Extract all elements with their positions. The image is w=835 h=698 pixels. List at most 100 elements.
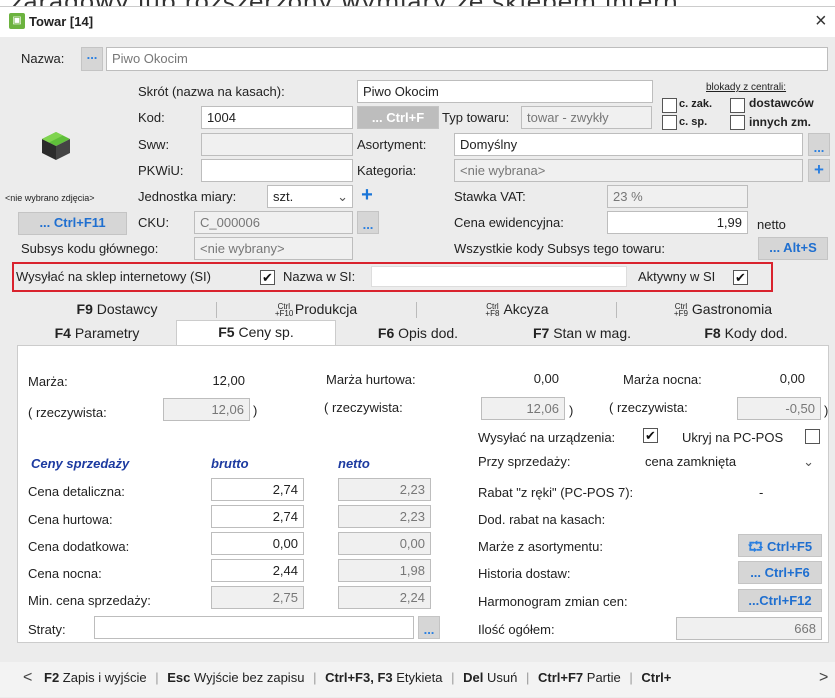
footer-item-partie[interactable]: Ctrl+F7 Partie bbox=[538, 670, 621, 685]
footer-item-usun[interactable]: Del Usuń bbox=[463, 670, 517, 685]
przy-value: cena zamknięta bbox=[645, 454, 737, 469]
refresh-icon: ⮔ bbox=[747, 539, 764, 554]
tab-produkcja[interactable]: Ctrl +F10 Produkcja bbox=[216, 298, 416, 320]
blk-innych-checkbox[interactable] bbox=[730, 115, 745, 130]
price-row-label: Cena dodatkowa: bbox=[28, 539, 130, 554]
rabat-label: Rabat "z ręki" (PC-POS 7): bbox=[478, 485, 634, 500]
alt-s-button[interactable]: ... Alt+S bbox=[758, 237, 828, 260]
asortyment-dots-button[interactable]: ... bbox=[808, 133, 830, 156]
scroll-right-icon[interactable]: > bbox=[816, 669, 829, 687]
name-dots-button[interactable]: ... bbox=[81, 47, 103, 71]
name-field[interactable]: Piwo Okocim bbox=[106, 47, 828, 71]
tab-stan-w-mag[interactable]: F7 Stan w mag. bbox=[500, 322, 664, 344]
package-icon bbox=[42, 132, 70, 160]
scroll-left-icon[interactable]: < bbox=[23, 669, 32, 687]
tab-key: Ctrl +F9 bbox=[673, 302, 688, 319]
si-active-checkbox[interactable]: ✔ bbox=[733, 270, 748, 285]
ceny-header: Ceny sprzedaży bbox=[31, 456, 130, 471]
dod-rabat-field[interactable] bbox=[738, 507, 822, 530]
blk-dostawcow-label: dostawców bbox=[749, 96, 814, 110]
tab-akcyza[interactable]: Ctrl +F8 Akcyza bbox=[416, 298, 616, 320]
jm-select[interactable]: szt. ⌄ bbox=[267, 185, 353, 208]
vat-field[interactable]: 23 % bbox=[607, 185, 748, 208]
tab-key: F7 bbox=[532, 325, 550, 341]
name-label: Nazwa: bbox=[21, 51, 65, 66]
tab-ceny-sp[interactable]: F5 Ceny sp. bbox=[176, 320, 336, 346]
si-active-label: Aktywny w SI bbox=[638, 269, 716, 284]
tab-key: F8 bbox=[704, 325, 721, 341]
footer-item-more[interactable]: Ctrl+ bbox=[641, 670, 671, 685]
tab-dostawcy[interactable]: F9 Dostawcy bbox=[18, 298, 216, 320]
hide-pcpos-checkbox[interactable] bbox=[805, 429, 820, 444]
blk-innych-label: innych zm. bbox=[749, 115, 812, 129]
blk-csp-checkbox[interactable] bbox=[662, 115, 677, 130]
price-brutto-field[interactable]: 0,00 bbox=[211, 532, 304, 555]
cku-field[interactable]: C_000006 bbox=[194, 211, 353, 234]
price-brutto-field[interactable]: 2,74 bbox=[211, 505, 304, 528]
kategoria-field[interactable]: <nie wybrana> bbox=[454, 159, 803, 182]
pkwiu-field[interactable] bbox=[201, 159, 353, 182]
jm-value: szt. bbox=[273, 189, 294, 204]
cena-ew-field[interactable]: 1,99 bbox=[607, 211, 748, 234]
blk-dostawcow-checkbox[interactable] bbox=[730, 98, 745, 113]
rabat-field-1[interactable] bbox=[696, 480, 754, 503]
marza-noc-field[interactable]: 0,00 bbox=[738, 368, 810, 391]
rabat-field-2[interactable] bbox=[766, 480, 822, 503]
straty-field[interactable] bbox=[94, 616, 414, 639]
ctrl-f11-button[interactable]: ... Ctrl+F11 bbox=[18, 212, 127, 235]
price-row-label: Cena nocna: bbox=[28, 566, 102, 581]
send-devices-label: Wysyłać na urządzenia: bbox=[478, 430, 616, 445]
tab-kody-dod[interactable]: F8 Kody dod. bbox=[664, 322, 828, 344]
sww-field[interactable] bbox=[201, 133, 353, 156]
jm-add-icon[interactable]: + bbox=[357, 185, 377, 206]
typ-label: Typ towaru: bbox=[442, 110, 510, 125]
price-brutto-field[interactable]: 2,44 bbox=[211, 559, 304, 582]
tab-key: F5 bbox=[218, 324, 235, 340]
tab-key: Ctrl +F10 bbox=[274, 302, 294, 319]
footer-item-save[interactable]: F2 Zapis i wyjście bbox=[44, 670, 147, 685]
ilosc-field: 668 bbox=[676, 617, 822, 640]
price-netto-field: 2,23 bbox=[338, 478, 431, 501]
ilosc-label: Ilość ogółem: bbox=[478, 622, 555, 637]
skrot-field[interactable]: Piwo Okocim bbox=[357, 80, 653, 103]
send-devices-checkbox[interactable]: ✔ bbox=[643, 428, 658, 443]
product-image[interactable] bbox=[40, 130, 72, 162]
tab-parametry[interactable]: F4 Parametry bbox=[18, 322, 176, 344]
tab-opis-dod[interactable]: F6 Opis dod. bbox=[336, 322, 500, 344]
ctrl-f5-button[interactable]: ⮔ Ctrl+F5 bbox=[738, 534, 822, 557]
si-name-field[interactable] bbox=[371, 266, 627, 287]
footer-item-esc[interactable]: Esc Wyjście bez zapisu bbox=[167, 670, 304, 685]
kod-field[interactable]: 1004 bbox=[201, 106, 353, 129]
asortyment-field[interactable]: Domyślny bbox=[454, 133, 803, 156]
marza-hurt-field[interactable]: 0,00 bbox=[478, 368, 564, 391]
marza-field[interactable]: 12,00 bbox=[173, 370, 250, 393]
si-name-label: Nazwa w SI: bbox=[283, 269, 356, 284]
footer-key: Ctrl+ bbox=[641, 670, 672, 685]
footer-label: Usuń bbox=[487, 670, 518, 685]
typ-field[interactable]: towar - zwykły bbox=[521, 106, 652, 129]
przy-select[interactable]: cena zamknięta ⌄ bbox=[640, 451, 820, 474]
ctrl-f12-button[interactable]: ...Ctrl+F12 bbox=[738, 589, 822, 612]
kategoria-add-button[interactable]: + bbox=[808, 159, 830, 182]
close-icon[interactable]: × bbox=[815, 10, 827, 33]
price-brutto-field[interactable]: 2,74 bbox=[211, 478, 304, 501]
price-row-label: Min. cena sprzedaży: bbox=[28, 593, 151, 608]
hide-pcpos-label: Ukryj na PC-POS bbox=[682, 430, 784, 445]
subsys-field[interactable]: <nie wybrany> bbox=[194, 237, 353, 260]
footer-item-etykieta[interactable]: Ctrl+F3, F3 Etykieta bbox=[325, 670, 442, 685]
kod-label: Kod: bbox=[138, 110, 165, 125]
straty-dots-button[interactable]: ... bbox=[418, 616, 440, 639]
ctrl-f6-button[interactable]: ... Ctrl+F6 bbox=[738, 561, 822, 584]
tab-gastronomia[interactable]: Ctrl +F9 Gastronomia bbox=[616, 298, 828, 320]
cku-dots-button[interactable]: ... bbox=[357, 211, 379, 234]
rzecz3-label: ( rzeczywista: bbox=[609, 400, 688, 415]
si-send-checkbox[interactable]: ✔ bbox=[260, 270, 275, 285]
pkwiu-label: PKWiU: bbox=[138, 163, 184, 178]
tab-key: Ctrl +F8 bbox=[485, 302, 500, 319]
cena-ew-label: Cena ewidencyjna: bbox=[454, 215, 564, 230]
sww-label: Sww: bbox=[138, 137, 170, 152]
ctrl-f-button[interactable]: ... Ctrl+F bbox=[357, 106, 439, 129]
vat-label: Stawka VAT: bbox=[454, 189, 526, 204]
tab-label: Dostawcy bbox=[96, 301, 158, 317]
blk-czak-checkbox[interactable] bbox=[662, 98, 677, 113]
